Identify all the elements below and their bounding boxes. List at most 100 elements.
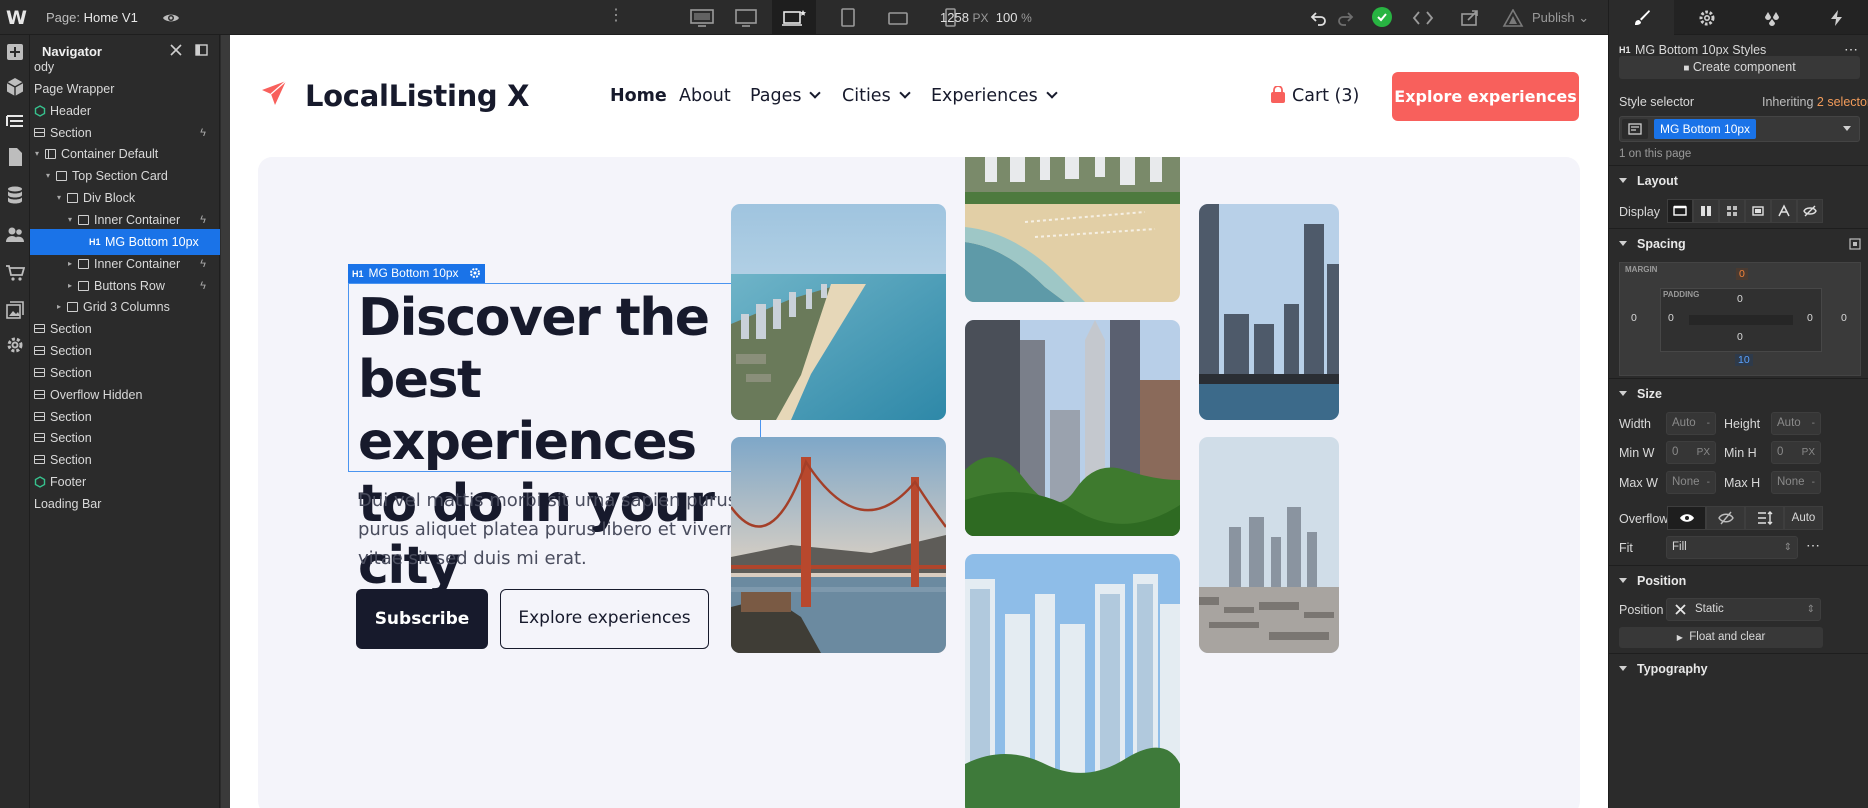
ecommerce-icon[interactable]: [5, 263, 25, 283]
desktop-large-icon[interactable]: [724, 0, 768, 35]
more-options-icon[interactable]: ⋯: [1806, 537, 1820, 554]
create-component-button[interactable]: ■ Create component: [1619, 56, 1860, 79]
chicago-river-photo[interactable]: [1199, 204, 1339, 420]
components-icon[interactable]: [5, 77, 25, 97]
overflow-hidden-icon[interactable]: [1706, 506, 1745, 530]
width-field[interactable]: Auto -: [1666, 412, 1716, 435]
min-width-field[interactable]: 0 PX: [1666, 441, 1716, 464]
chevron-down-icon[interactable]: [1843, 126, 1851, 131]
share-icon[interactable]: [1460, 9, 1480, 27]
nav-cart-link[interactable]: Cart (3): [1292, 86, 1359, 106]
caret-down-icon[interactable]: ▾: [57, 194, 65, 202]
height-field[interactable]: Auto -: [1771, 412, 1821, 435]
caret-right-icon[interactable]: ▸: [68, 259, 76, 268]
tablet-icon[interactable]: [826, 0, 870, 35]
overflow-scroll-icon[interactable]: [1745, 506, 1784, 530]
caret-right-icon[interactable]: ▸: [68, 281, 76, 290]
element-settings-gear-icon[interactable]: [469, 267, 481, 279]
style-selector-field[interactable]: MG Bottom 10px: [1619, 116, 1860, 142]
spacing-expand-icon[interactable]: [1849, 238, 1861, 250]
desktop-xl-icon[interactable]: [680, 0, 724, 35]
caret-down-icon[interactable]: ▾: [35, 150, 43, 158]
redo-icon[interactable]: [1336, 9, 1354, 27]
fit-select[interactable]: Fill ⇕: [1666, 536, 1798, 559]
caret-right-icon[interactable]: ▸: [57, 303, 65, 311]
cart-bag-icon[interactable]: [1270, 86, 1286, 104]
display-none-icon[interactable]: [1797, 199, 1823, 223]
hero-paragraph[interactable]: Dui vel mattis morbi sit urna sapien pur…: [358, 486, 778, 573]
settings-gear-icon[interactable]: [1674, 0, 1739, 35]
header-cta-button[interactable]: Explore experiences: [1392, 72, 1579, 121]
mobile-landscape-icon[interactable]: [876, 0, 920, 35]
typography-section-header[interactable]: Typography: [1609, 653, 1868, 683]
paper-plane-logo-icon[interactable]: [260, 79, 288, 107]
design-canvas[interactable]: LocalListing X Home About Pages Cities E…: [230, 35, 1608, 808]
overflow-visible-icon[interactable]: [1667, 506, 1706, 530]
max-height-field[interactable]: None -: [1771, 471, 1821, 494]
desktop-base-icon[interactable]: [772, 0, 816, 35]
navigator-row[interactable]: Loading Bar: [30, 491, 220, 517]
beach-aerial-photo[interactable]: [965, 157, 1180, 302]
margin-left-value[interactable]: 0: [1631, 312, 1637, 324]
undo-icon[interactable]: [1310, 9, 1328, 27]
golden-gate-bridge-photo[interactable]: [731, 437, 946, 653]
los-angeles-skyline-photo[interactable]: [1199, 437, 1339, 653]
display-block-icon[interactable]: [1667, 199, 1693, 223]
nav-pages-dropdown[interactable]: Pages: [750, 86, 822, 106]
caret-down-icon[interactable]: ▾: [46, 172, 54, 180]
add-icon[interactable]: [5, 42, 25, 62]
margin-right-value[interactable]: 0: [1841, 312, 1847, 324]
nav-home-link[interactable]: Home: [610, 86, 667, 106]
selected-element-tag[interactable]: H1 MG Bottom 10px: [348, 264, 485, 283]
nav-about-link[interactable]: About: [679, 86, 731, 106]
padding-right-value[interactable]: 0: [1807, 312, 1813, 324]
miami-beach-aerial-photo[interactable]: [731, 204, 946, 420]
navigator-scrollbar[interactable]: [221, 35, 230, 808]
assets-icon[interactable]: [5, 300, 25, 320]
padding-bottom-value[interactable]: 0: [1737, 331, 1743, 343]
spacing-section-header[interactable]: Spacing: [1609, 228, 1868, 258]
new-york-skyscrapers-photo[interactable]: [965, 320, 1180, 536]
display-inline-icon[interactable]: [1771, 199, 1797, 223]
pages-icon[interactable]: [5, 147, 25, 167]
lightning-icon[interactable]: [1804, 0, 1868, 35]
margin-top-value[interactable]: 0: [1736, 268, 1748, 280]
subscribe-button[interactable]: Subscribe: [356, 589, 488, 649]
layout-section-header[interactable]: Layout: [1609, 165, 1868, 195]
canvas-size-readout[interactable]: 1258 PX 100 %: [940, 10, 1032, 25]
size-section-header[interactable]: Size: [1609, 378, 1868, 408]
float-and-clear-toggle[interactable]: ▶ Float and clear: [1619, 627, 1823, 648]
more-options-icon[interactable]: ⋮: [608, 8, 624, 24]
navigator-icon[interactable]: [5, 112, 25, 132]
miami-towers-photo[interactable]: [965, 554, 1180, 808]
cms-icon[interactable]: [5, 185, 25, 205]
max-width-field[interactable]: None -: [1666, 471, 1716, 494]
interactions-drops-icon[interactable]: [1739, 0, 1804, 35]
code-export-icon[interactable]: [1412, 9, 1434, 27]
display-flex-icon[interactable]: [1693, 199, 1719, 223]
users-icon[interactable]: [5, 225, 25, 245]
caret-down-icon[interactable]: ▾: [68, 215, 76, 224]
overflow-auto-button[interactable]: Auto: [1784, 506, 1823, 530]
margin-bottom-value[interactable]: 10: [1735, 354, 1753, 366]
min-height-field[interactable]: 0 PX: [1771, 441, 1821, 464]
position-select[interactable]: Static ⇕: [1666, 598, 1821, 621]
status-check-icon[interactable]: [1372, 7, 1392, 27]
inheriting-info[interactable]: Inheriting 2 selectors: [1762, 95, 1868, 109]
style-brush-icon[interactable]: [1609, 0, 1674, 35]
publish-button[interactable]: Publish ⌄: [1532, 10, 1589, 26]
webflow-logo[interactable]: W: [6, 9, 28, 28]
position-section-header[interactable]: Position: [1609, 565, 1868, 595]
padding-left-value[interactable]: 0: [1668, 312, 1674, 324]
selector-chip[interactable]: MG Bottom 10px: [1654, 119, 1757, 139]
display-inline-block-icon[interactable]: [1745, 199, 1771, 223]
settings-icon[interactable]: [5, 335, 25, 355]
display-grid-icon[interactable]: [1719, 199, 1745, 223]
preview-eye-icon[interactable]: [162, 9, 180, 27]
selector-doc-icon[interactable]: [1622, 119, 1648, 139]
explore-experiences-button[interactable]: Explore experiences: [500, 589, 709, 649]
padding-top-value[interactable]: 0: [1737, 293, 1743, 305]
page-selector[interactable]: Page: Home V1: [46, 10, 138, 25]
nav-cities-dropdown[interactable]: Cities: [842, 86, 911, 106]
brand-name[interactable]: LocalListing X: [305, 79, 530, 113]
